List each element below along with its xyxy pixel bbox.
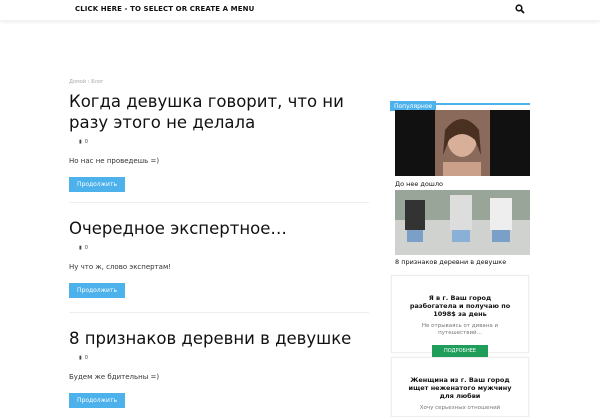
comment-icon: ▮ — [79, 355, 82, 361]
top-bar: CLICK HERE - TO SELECT OR CREATE A MENU — [0, 0, 600, 20]
ad-box[interactable]: Я в г. Ваш город разбогатела и получаю п… — [391, 275, 529, 357]
comment-count[interactable]: 0 — [85, 355, 88, 361]
post-excerpt: Но нас не проведешь =) — [69, 157, 160, 165]
post-title[interactable]: 8 признаков деревни в девушке — [69, 328, 369, 349]
sidebar-heading: Популярное — [390, 93, 530, 111]
post-excerpt: Ну что ж, слово экспертам! — [69, 263, 172, 271]
popular-thumbnail[interactable] — [395, 110, 530, 176]
post: Когда девушка говорит, что ни разу этого… — [69, 91, 369, 192]
popular-caption[interactable]: До нее дошло — [395, 180, 443, 188]
ad-more-button[interactable]: ПОДРОБНЕЕ — [431, 345, 489, 357]
menu-link[interactable]: CLICK HERE - TO SELECT OR CREATE A MENU — [75, 5, 254, 13]
post-title[interactable]: Когда девушка говорит, что ни разу этого… — [69, 91, 369, 133]
comment-count[interactable]: 0 — [85, 245, 88, 251]
ad-text: Хочу серьезных отношений — [419, 405, 501, 411]
ad-box[interactable]: Женщина из г. Ваш город ищет неженатого … — [391, 357, 529, 417]
read-more-button[interactable]: Продолжить — [69, 177, 125, 192]
post: 8 признаков деревни в девушке ▮ 0 Будем ж… — [69, 328, 369, 408]
comment-count[interactable]: 0 — [85, 139, 88, 145]
popular-thumbnail[interactable] — [395, 190, 530, 255]
read-more-button[interactable]: Продолжить — [69, 283, 125, 298]
read-more-button[interactable]: Продолжить — [69, 393, 125, 408]
breadcrumb-current[interactable]: Блог — [91, 79, 103, 85]
comment-icon: ▮ — [79, 139, 82, 145]
breadcrumb-home[interactable]: Домой — [69, 79, 86, 85]
comment-icon: ▮ — [79, 245, 82, 251]
divider — [69, 312, 369, 313]
breadcrumb-separator: › — [87, 79, 90, 85]
ad-title[interactable]: Женщина из г. Ваш город ищет неженатого … — [392, 376, 528, 400]
post-excerpt: Будем же бдительны =) — [69, 373, 160, 381]
divider — [69, 202, 369, 203]
post-title[interactable]: Очередное экспертное… — [69, 218, 369, 239]
popular-caption[interactable]: 8 признаков деревни в девушке — [395, 258, 506, 266]
post: Очередное экспертное… ▮ 0 Ну что ж, слово… — [69, 218, 369, 298]
ad-text: Не отрываясь от дивана и путешествий... — [421, 323, 499, 336]
ad-title[interactable]: Я в г. Ваш город разбогатела и получаю п… — [392, 294, 528, 318]
breadcrumb: Домой › Блог — [69, 79, 104, 85]
search-icon[interactable] — [515, 4, 525, 14]
